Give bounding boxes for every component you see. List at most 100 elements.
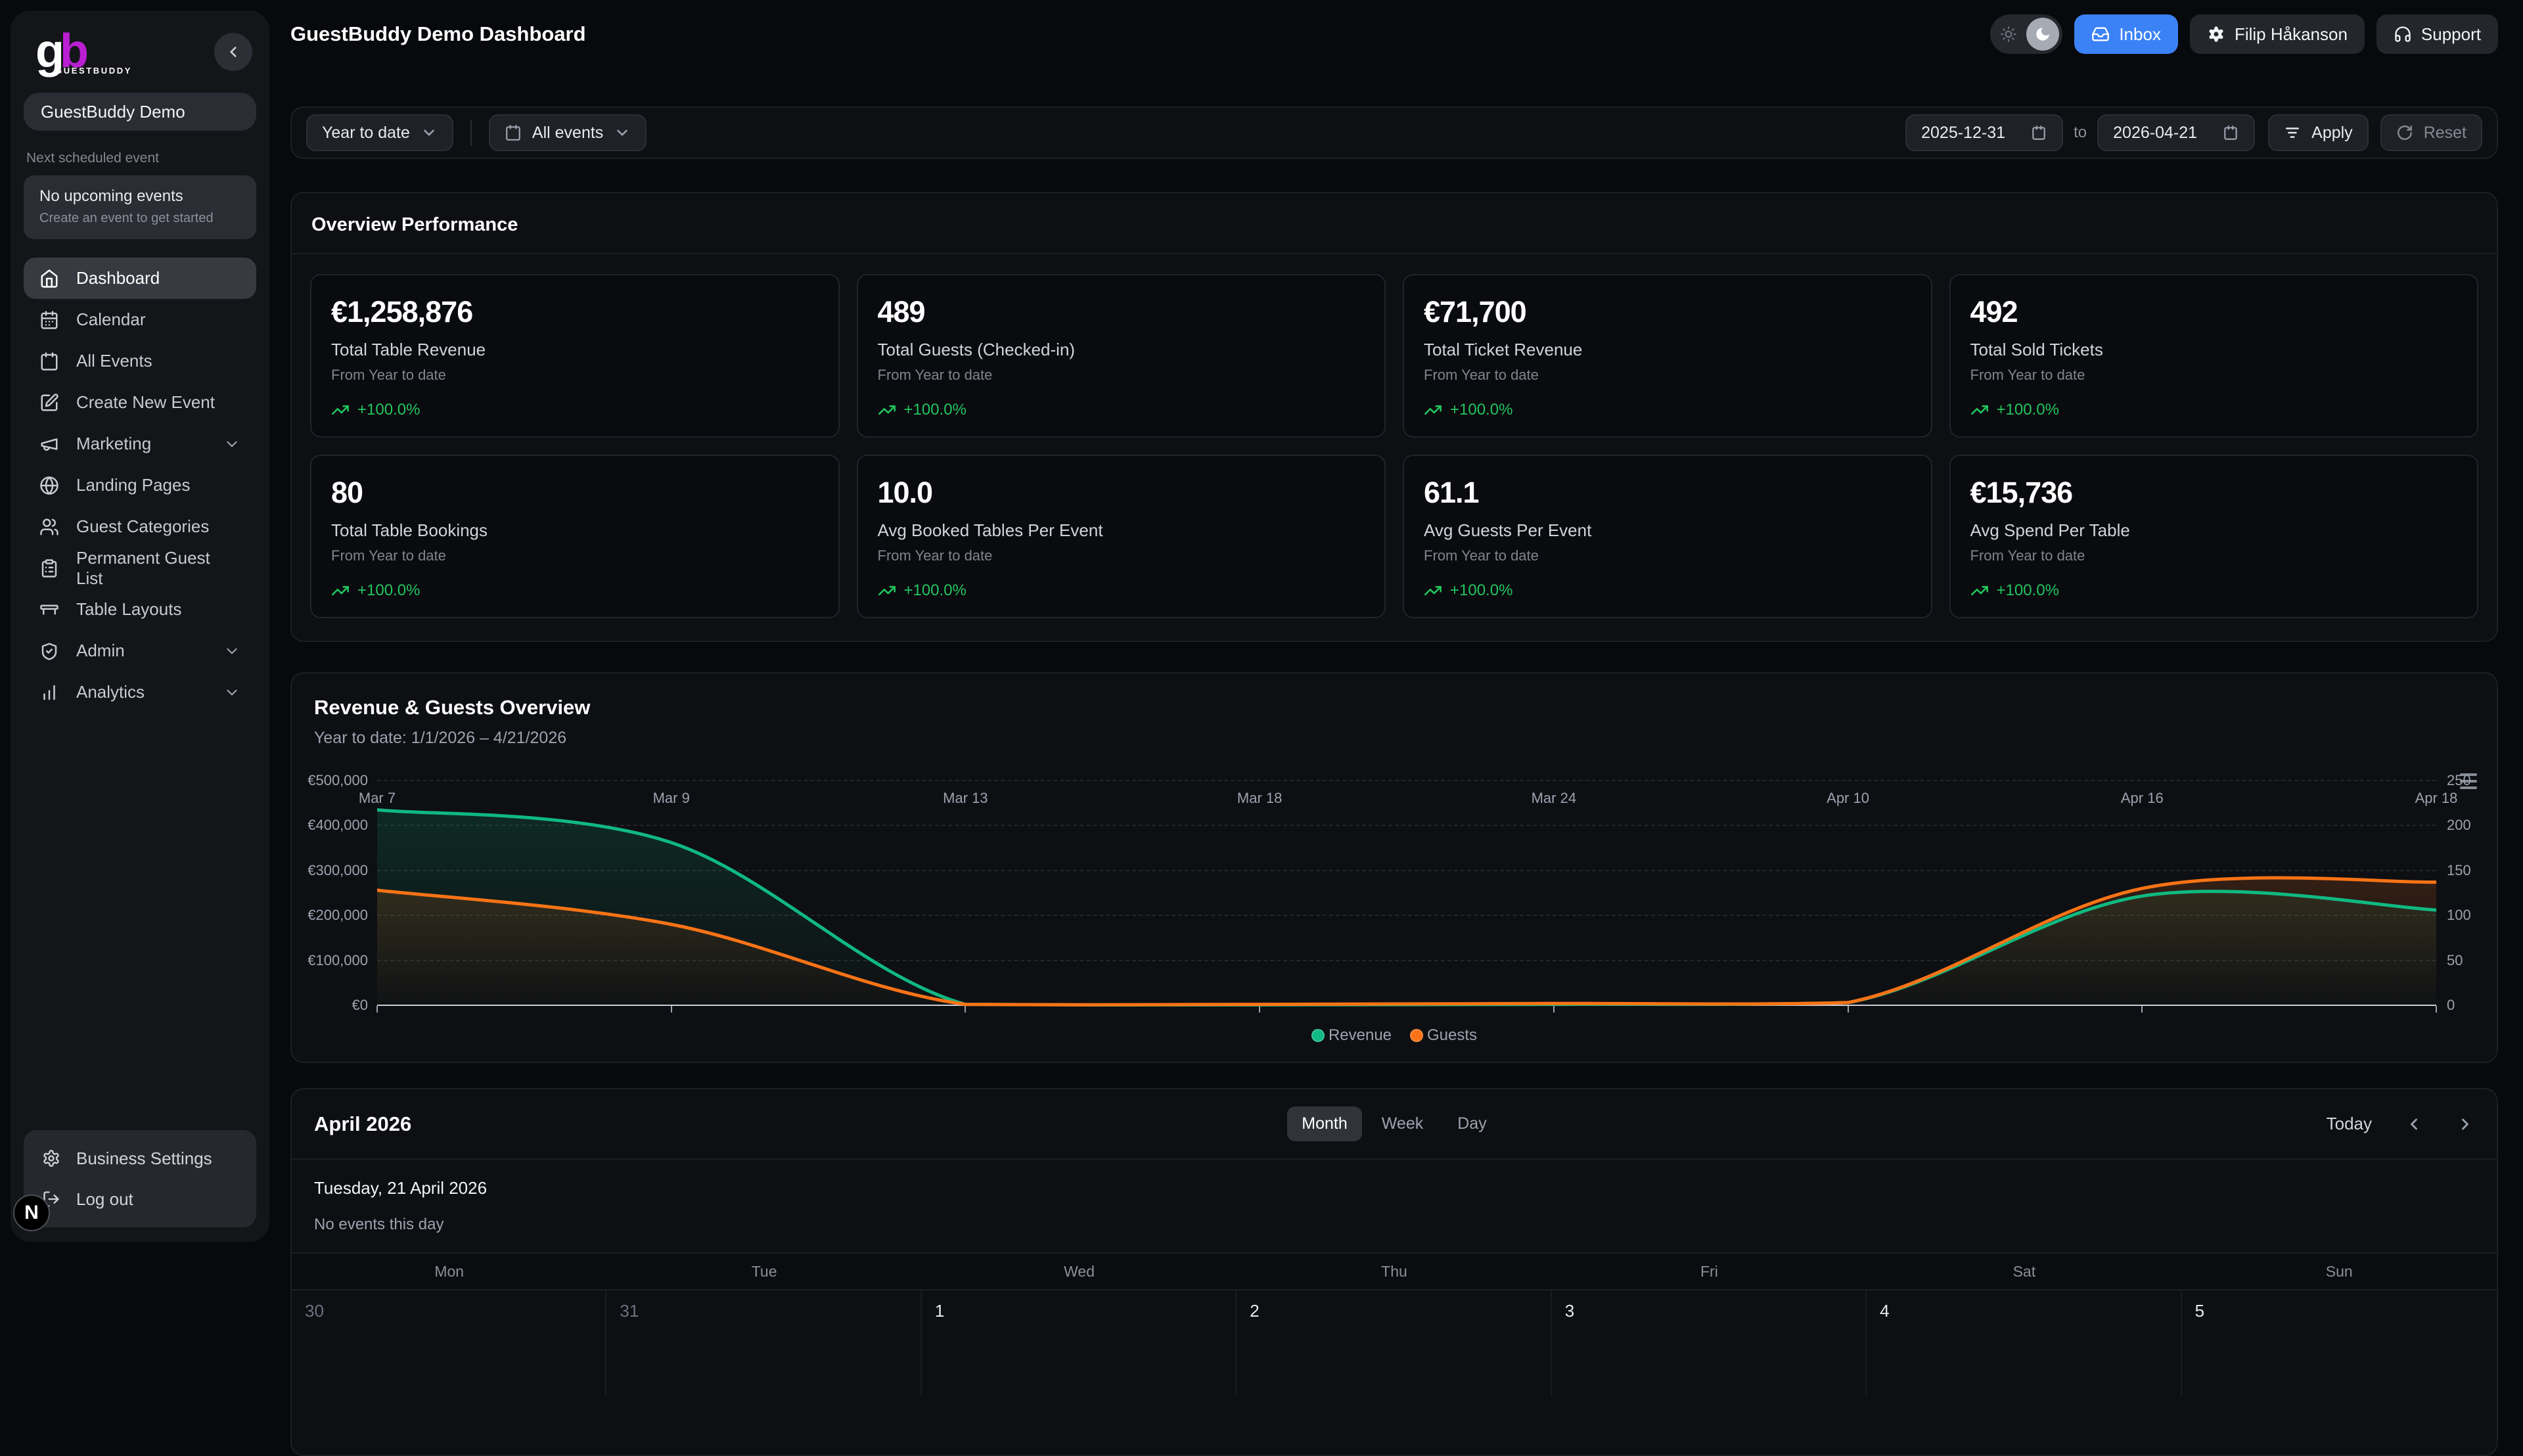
user-name-label: Filip Håkanson [2235,24,2348,45]
clipboard-list-icon [39,558,59,578]
right-axis-tick: 0 [2447,997,2455,1014]
nextjs-dev-badge[interactable]: N [13,1194,50,1231]
stat-sublabel: From Year to date [1970,547,2458,564]
calendar-day-cell[interactable]: 31 [606,1290,921,1396]
stat-label: Avg Booked Tables Per Event [878,520,1365,541]
overview-performance-panel: Overview Performance €1,258,876 Total Ta… [290,192,2498,642]
date-from-field[interactable] [1905,114,2063,151]
chevron-right-icon [2456,1115,2474,1133]
calendar-day-cell[interactable]: 5 [2182,1290,2497,1396]
date-range-label: Year to date [322,124,410,143]
workspace-selector[interactable]: GuestBuddy Demo [24,93,256,131]
stat-change: +100.0% [904,401,966,419]
sidebar-item-create-new-event[interactable]: Create New Event [24,382,256,423]
right-axis-tick: 150 [2447,862,2471,879]
sidebar-item-calendar[interactable]: Calendar [24,299,256,340]
selected-day-details: Tuesday, 21 April 2026 No events this da… [292,1160,2497,1240]
next-event-label: Next scheduled event [26,150,269,166]
calendar-day-cell[interactable]: 30 [292,1290,606,1396]
inbox-button[interactable]: Inbox [2074,14,2178,54]
support-button[interactable]: Support [2376,14,2498,54]
today-button[interactable]: Today [2327,1114,2372,1134]
events-filter-dropdown[interactable]: All events [489,114,647,151]
previous-month-button[interactable] [2405,1115,2423,1133]
sidebar-menu: Dashboard Calendar All Events Create New… [11,258,269,713]
left-axis-tick: €400,000 [307,817,368,834]
weekday-label: Thu [1237,1263,1551,1281]
sidebar-item-guest-categories[interactable]: Guest Categories [24,506,256,547]
stat-change: +100.0% [1997,581,2059,600]
trending-up-icon [1424,581,1442,600]
sidebar-item-all-events[interactable]: All Events [24,340,256,382]
stat-sublabel: From Year to date [331,367,819,384]
refresh-icon [2396,124,2413,141]
calendar-day-cell[interactable]: 2 [1237,1290,1551,1396]
x-axis-tick-label: Mar 7 [359,790,396,807]
legend-label: Revenue [1329,1026,1392,1045]
reset-button[interactable]: Reset [2380,114,2482,151]
sidebar-item-dashboard[interactable]: Dashboard [24,258,256,299]
x-axis-tick-label: Mar 9 [653,790,690,807]
calendar-day-cell[interactable]: 4 [1867,1290,2181,1396]
sidebar-collapse-button[interactable] [214,33,252,71]
sidebar-item-marketing[interactable]: Marketing [24,423,256,465]
chart-plot: Mar 7Mar 9Mar 13Mar 18Mar 24Apr 10Apr 16… [377,779,2436,1013]
shield-icon [39,641,59,661]
apply-button[interactable]: Apply [2268,114,2369,151]
stat-label: Total Guests (Checked-in) [878,340,1365,360]
left-y-axis: €0€100,000€200,000€300,000€400,000€500,0… [292,779,377,1013]
no-upcoming-events-card: No upcoming events Create an event to ge… [24,175,256,239]
sidebar-item-label: Table Layouts [76,599,181,620]
chevron-left-icon [225,43,242,60]
legend-item-revenue[interactable]: Revenue [1311,1026,1392,1045]
tab-day[interactable]: Day [1443,1106,1501,1141]
sidebar-item-table-layouts[interactable]: Table Layouts [24,589,256,630]
trending-up-icon [1970,581,1989,600]
calendar-day-cell[interactable]: 3 [1552,1290,1867,1396]
date-from-input[interactable] [1921,124,2020,143]
guestbuddy-logo: gb GUESTBUDDY [35,29,132,76]
sidebar-item-label: Analytics [76,682,145,702]
megaphone-icon [39,434,59,454]
chart-area: €0€100,000€200,000€300,000€400,000€500,0… [292,779,2497,1013]
main-content: GuestBuddy Demo Dashboard Inbox Filip Hå… [284,0,2523,1456]
weekday-header-row: Mon Tue Wed Thu Fri Sat Sun [292,1252,2497,1290]
tab-week[interactable]: Week [1367,1106,1438,1141]
sidebar-item-label: Dashboard [76,268,160,288]
top-header: GuestBuddy Demo Dashboard Inbox Filip Hå… [290,0,2498,68]
theme-toggle[interactable] [1990,14,2062,54]
calendar-days-icon [39,310,59,330]
business-settings-button[interactable]: Business Settings [24,1138,256,1179]
stat-change: +100.0% [1450,581,1512,600]
sidebar-item-permanent-guest-list[interactable]: Permanent Guest List [24,547,256,589]
legend-item-guests[interactable]: Guests [1410,1026,1477,1045]
tab-month[interactable]: Month [1287,1106,1361,1141]
date-to-input[interactable] [2113,124,2212,143]
stat-change: +100.0% [357,581,420,600]
stat-value: 489 [878,295,1365,329]
sidebar-item-admin[interactable]: Admin [24,630,256,671]
stat-card: €71,700 Total Ticket Revenue From Year t… [1403,274,1932,438]
date-range-dropdown[interactable]: Year to date [306,114,453,151]
left-axis-tick: €300,000 [307,862,368,879]
events-filter-label: All events [532,124,603,143]
calendar-day-cell[interactable]: 1 [922,1290,1237,1396]
user-menu-button[interactable]: Filip Håkanson [2190,14,2365,54]
revenue-guests-chart-panel: Revenue & Guests Overview Year to date: … [290,672,2498,1063]
stat-change: +100.0% [357,401,420,419]
sidebar-item-analytics[interactable]: Analytics [24,671,256,713]
to-label: to [2074,124,2087,142]
table-icon [39,600,59,620]
sidebar-item-label: Admin [76,641,125,661]
right-axis-tick: 50 [2447,952,2463,969]
headset-icon [2394,25,2412,43]
next-month-button[interactable] [2456,1115,2474,1133]
logout-button[interactable]: Log out [24,1179,256,1219]
calendar-icon [2222,124,2239,141]
trending-up-icon [331,581,350,600]
x-axis-tick-label: Mar 13 [943,790,988,807]
date-to-field[interactable] [2097,114,2255,151]
stat-card: 492 Total Sold Tickets From Year to date… [1949,274,2479,438]
no-events-subtitle: Create an event to get started [39,211,240,226]
sidebar-item-landing-pages[interactable]: Landing Pages [24,465,256,506]
